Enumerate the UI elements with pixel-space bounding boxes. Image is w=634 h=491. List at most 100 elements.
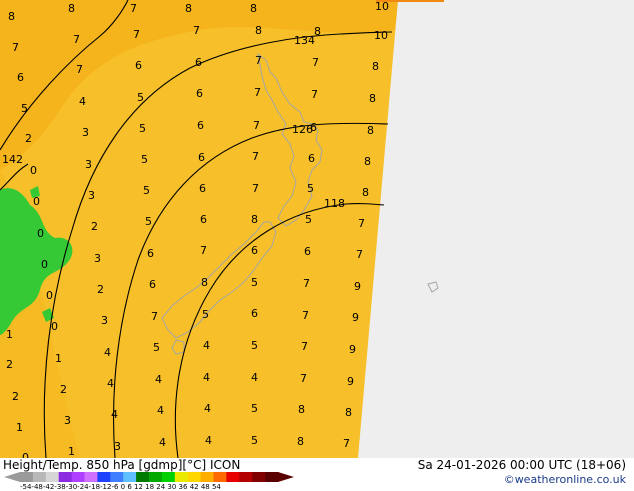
temp-value: 5 — [21, 102, 28, 115]
temp-value: 6 — [198, 151, 205, 164]
scale-swatch — [200, 472, 214, 482]
temp-value: 3 — [114, 440, 121, 453]
temp-value: 3 — [82, 126, 89, 139]
scale-swatch — [84, 472, 98, 482]
scale-swatch — [71, 472, 85, 482]
temp-value: 5 — [251, 276, 258, 289]
temp-value: 7 — [252, 182, 259, 195]
scale-swatch — [123, 472, 137, 482]
map-footer: Height/Temp. 850 hPa [gdmp][°C] ICON Sa … — [0, 458, 634, 491]
temp-value: 2 — [12, 390, 19, 403]
temp-value: 3 — [85, 158, 92, 171]
temp-value: 7 — [358, 217, 365, 230]
temp-value: 5 — [137, 91, 144, 104]
temp-value: 7 — [73, 33, 80, 46]
temp-value: 5 — [139, 122, 146, 135]
scale-swatch — [136, 472, 150, 482]
temp-value: 6 — [304, 245, 311, 258]
temp-value: 9 — [352, 311, 359, 324]
temp-value: 8 — [68, 2, 75, 15]
temp-value: 7 — [255, 54, 262, 67]
temp-value: 9 — [354, 280, 361, 293]
temp-value: 7 — [254, 86, 261, 99]
temp-value: 0 — [41, 258, 48, 271]
temp-value: 6 — [197, 119, 204, 132]
map-stage: 134 126 118 142 8 8 7 8 8 10 7 7 7 7 8 8 10 6 7 6 6 7 7 8 5 4… — [0, 0, 634, 491]
temp-value: 8 — [367, 124, 374, 137]
temp-value: 3 — [64, 414, 71, 427]
temp-value: 1 — [6, 328, 13, 341]
scale-swatch — [97, 472, 111, 482]
scale-swatch — [174, 472, 189, 482]
temp-value: 6 — [199, 182, 206, 195]
temp-value: 5 — [141, 153, 148, 166]
temp-value: 3 — [101, 314, 108, 327]
temp-value: 8 — [255, 24, 262, 37]
temp-value: 5 — [251, 402, 258, 415]
temp-value: 10 — [374, 29, 388, 42]
temp-value: 5 — [145, 215, 152, 228]
scale-swatch — [252, 472, 266, 482]
temp-value: 4 — [107, 377, 114, 390]
map-title: Height/Temp. 850 hPa [gdmp][°C] ICON — [3, 458, 241, 472]
temp-value: 7 — [12, 41, 19, 54]
temp-value: 1 — [55, 352, 62, 365]
temp-value: 0 — [46, 289, 53, 302]
temp-value: 6 — [251, 307, 258, 320]
scale-swatch — [213, 472, 227, 482]
temp-value: 6 — [135, 59, 142, 72]
temp-value: 3 — [94, 252, 101, 265]
temp-value: 6 — [17, 71, 24, 84]
temp-value: 0 — [37, 227, 44, 240]
temp-value: 7 — [76, 63, 83, 76]
temp-value: 6 — [196, 87, 203, 100]
temp-value: 8 — [314, 25, 321, 38]
scale-swatch — [239, 472, 253, 482]
temp-value: 2 — [6, 358, 13, 371]
temp-value: 0 — [33, 195, 40, 208]
temp-value: 4 — [159, 436, 166, 449]
scale-arrow-left — [4, 472, 20, 482]
scale-swatch — [265, 472, 279, 482]
temp-value: 0 — [51, 320, 58, 333]
weather-map[interactable]: 134 126 118 142 88 7 8 8 1077 7 7 8 8 1067 6 6 7 7 854… — [0, 0, 634, 458]
scale-swatch — [32, 472, 47, 482]
temp-value: 2 — [60, 383, 67, 396]
temp-value: 6 — [149, 278, 156, 291]
temp-value: 7 — [356, 248, 363, 261]
temp-value: 4 — [203, 371, 210, 384]
temp-value: 7 — [200, 244, 207, 257]
contour-label-118: 118 — [324, 197, 345, 210]
temp-value: 7 — [130, 2, 137, 15]
temp-value: 4 — [111, 408, 118, 421]
temp-value: 8 — [297, 435, 304, 448]
temp-value: 5 — [202, 308, 209, 321]
temp-value: 6 — [251, 244, 258, 257]
temp-value: 9 — [347, 375, 354, 388]
temp-value: 0 — [30, 164, 37, 177]
site-credit-link[interactable]: ©weatheronline.co.uk — [504, 473, 626, 486]
valid-time: Sa 24-01-2026 00:00 UTC (18+06) — [417, 458, 626, 472]
temp-value: 9 — [349, 343, 356, 356]
temp-value: 10 — [375, 0, 389, 13]
temp-value: 7 — [311, 88, 318, 101]
temp-value: 7 — [193, 24, 200, 37]
temp-value: 2 — [91, 220, 98, 233]
scale-swatch — [149, 472, 163, 482]
temp-value: 5 — [143, 184, 150, 197]
temp-value: 6 — [308, 152, 315, 165]
temp-value: 8 — [369, 92, 376, 105]
contour-label-134: 134 — [294, 34, 315, 47]
temp-value: 6 — [200, 213, 207, 226]
temp-value: 8 — [185, 2, 192, 15]
temp-value: 2 — [97, 283, 104, 296]
temp-value: 7 — [253, 119, 260, 132]
scale-swatch — [58, 472, 73, 482]
temp-value: 8 — [201, 276, 208, 289]
temp-value: 7 — [133, 28, 140, 41]
temp-value: 8 — [250, 2, 257, 15]
temp-value: 8 — [251, 213, 258, 226]
temp-value: 6 — [147, 247, 154, 260]
scale-swatch — [226, 472, 240, 482]
temp-value: 5 — [305, 213, 312, 226]
